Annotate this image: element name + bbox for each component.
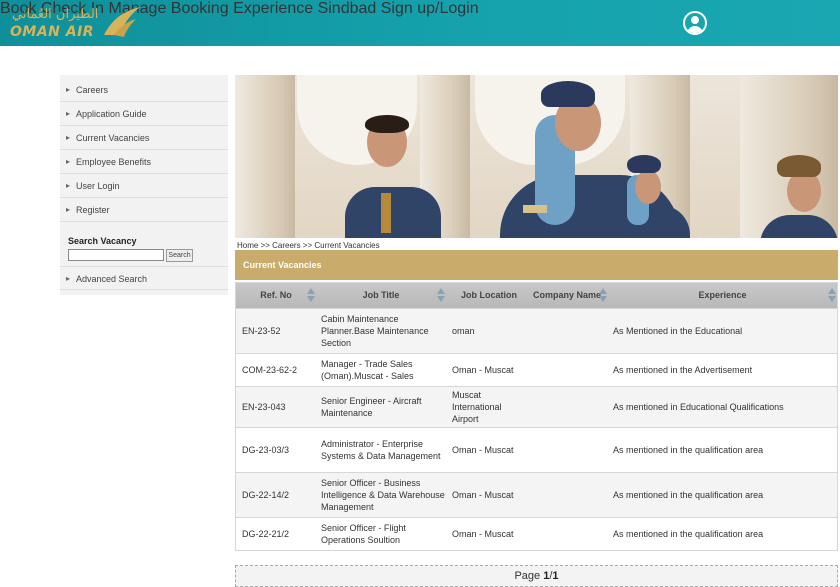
sidebar-item-register[interactable]: Register: [60, 198, 228, 222]
sidebar-item-employee-benefits[interactable]: Employee Benefits: [60, 150, 228, 174]
careers-banner-image: [235, 75, 838, 238]
cell-ref-no: EN-23-043: [242, 402, 286, 412]
cell-ref-no: DG-23-03/3: [242, 445, 290, 455]
vacancies-table: Ref. No Job Title Job Location Company N…: [235, 282, 838, 551]
cell-job-location: Oman - Muscat: [452, 365, 514, 375]
cell-job-title[interactable]: Senior Officer - Flight Operations Soult…: [321, 518, 446, 550]
sort-icon[interactable]: [437, 288, 445, 303]
table-header-row: Ref. No Job Title Job Location Company N…: [236, 283, 837, 308]
table-row[interactable]: DG-22-21/2 Senior Officer - Flight Opera…: [236, 517, 837, 550]
column-header-experience[interactable]: Experience: [608, 283, 837, 308]
logo-arabic-text: الطيران العُماني: [12, 7, 99, 22]
cell-job-location: Oman - Muscat: [452, 445, 514, 455]
sort-icon[interactable]: [599, 288, 607, 303]
cell-job-location: Oman - Muscat: [452, 490, 514, 500]
column-header-job-location[interactable]: Job Location: [448, 283, 530, 308]
logo-english-text: OMAN AIR: [10, 24, 95, 40]
nav-experience[interactable]: Experience: [233, 0, 313, 17]
column-header-company-name[interactable]: Company Name: [526, 283, 608, 308]
sort-icon[interactable]: [307, 288, 315, 303]
cell-company-name: [528, 428, 608, 472]
cell-experience: As Mentioned in the Educational: [613, 326, 743, 336]
table-row[interactable]: COM-23-62-2 Manager - Trade Sales (Oman)…: [236, 353, 837, 386]
sidebar-item-careers[interactable]: Careers: [60, 78, 228, 102]
column-header-job-title[interactable]: Job Title: [316, 283, 446, 308]
khanjar-bird-icon: [104, 7, 140, 37]
cell-company-name: [528, 309, 608, 353]
cell-ref-no: COM-23-62-2: [242, 365, 298, 375]
table-row[interactable]: DG-22-14/2 Senior Officer - Business Int…: [236, 472, 837, 517]
sidebar-item-current-vacancies[interactable]: Current Vacancies: [60, 126, 228, 150]
cell-company-name: [528, 354, 608, 386]
table-row[interactable]: EN-23-52 Cabin Maintenance Planner.Base …: [236, 308, 837, 353]
breadcrumb: Home >> Careers >> Current Vacancies: [237, 241, 380, 250]
column-header-ref-no[interactable]: Ref. No: [236, 283, 316, 308]
cell-job-title[interactable]: Manager - Trade Sales (Oman).Muscat - Sa…: [321, 354, 446, 386]
cell-job-title[interactable]: Administrator - Enterprise Systems & Dat…: [321, 428, 446, 472]
cell-job-location: Oman - Muscat: [452, 529, 514, 539]
nav-sindbad[interactable]: Sindbad: [318, 0, 377, 17]
advanced-search-link[interactable]: Advanced Search: [60, 266, 228, 291]
current-vacancies-title: Current Vacancies: [235, 250, 838, 280]
cell-company-name: [528, 518, 608, 550]
cell-experience: As mentioned in Educational Qualificatio…: [613, 402, 784, 412]
cell-company-name: [528, 387, 608, 427]
cell-company-name: [528, 473, 608, 517]
search-vacancy-input[interactable]: [68, 249, 164, 261]
cell-ref-no: EN-23-52: [242, 326, 281, 336]
sidebar-item-user-login[interactable]: User Login: [60, 174, 228, 198]
cell-job-title[interactable]: Senior Engineer - Aircraft Maintenance: [321, 387, 446, 427]
cell-experience: As mentioned in the qualification area: [613, 445, 764, 455]
cell-job-title[interactable]: Cabin Maintenance Planner.Base Maintenan…: [321, 309, 446, 353]
cell-ref-no: DG-22-14/2: [242, 490, 290, 500]
careers-sidebar: Careers Application Guide Current Vacanc…: [60, 75, 228, 295]
top-navigation-bar: الطيران العُماني OMAN AIR Book Check In …: [0, 0, 840, 46]
search-button[interactable]: Search: [166, 249, 193, 262]
nav-signup-login[interactable]: Sign up/Login: [381, 0, 479, 17]
cell-job-location: Muscat International Airport: [452, 390, 502, 424]
search-vacancy-label: Search Vacancy: [68, 236, 137, 246]
cell-job-location: oman: [452, 326, 475, 336]
cell-experience: As mentioned in the qualification area: [613, 490, 764, 500]
cell-experience: As mentioned in the Advertisement: [613, 365, 753, 375]
table-row[interactable]: DG-23-03/3 Administrator - Enterprise Sy…: [236, 427, 837, 472]
cell-experience: As mentioned in the qualification area: [613, 529, 764, 539]
pagination: Page 1/1: [235, 565, 838, 587]
pagination-label: Page: [514, 570, 544, 582]
pagination-total: 1: [552, 570, 559, 582]
sort-icon[interactable]: [828, 288, 836, 303]
sidebar-item-application-guide[interactable]: Application Guide: [60, 102, 228, 126]
oman-air-logo[interactable]: الطيران العُماني OMAN AIR: [6, 5, 140, 41]
cell-job-title[interactable]: Senior Officer - Business Intelligence &…: [321, 473, 446, 517]
table-row[interactable]: EN-23-043 Senior Engineer - Aircraft Mai…: [236, 386, 837, 427]
user-account-icon[interactable]: [683, 11, 707, 35]
cell-ref-no: DG-22-21/2: [242, 529, 290, 539]
